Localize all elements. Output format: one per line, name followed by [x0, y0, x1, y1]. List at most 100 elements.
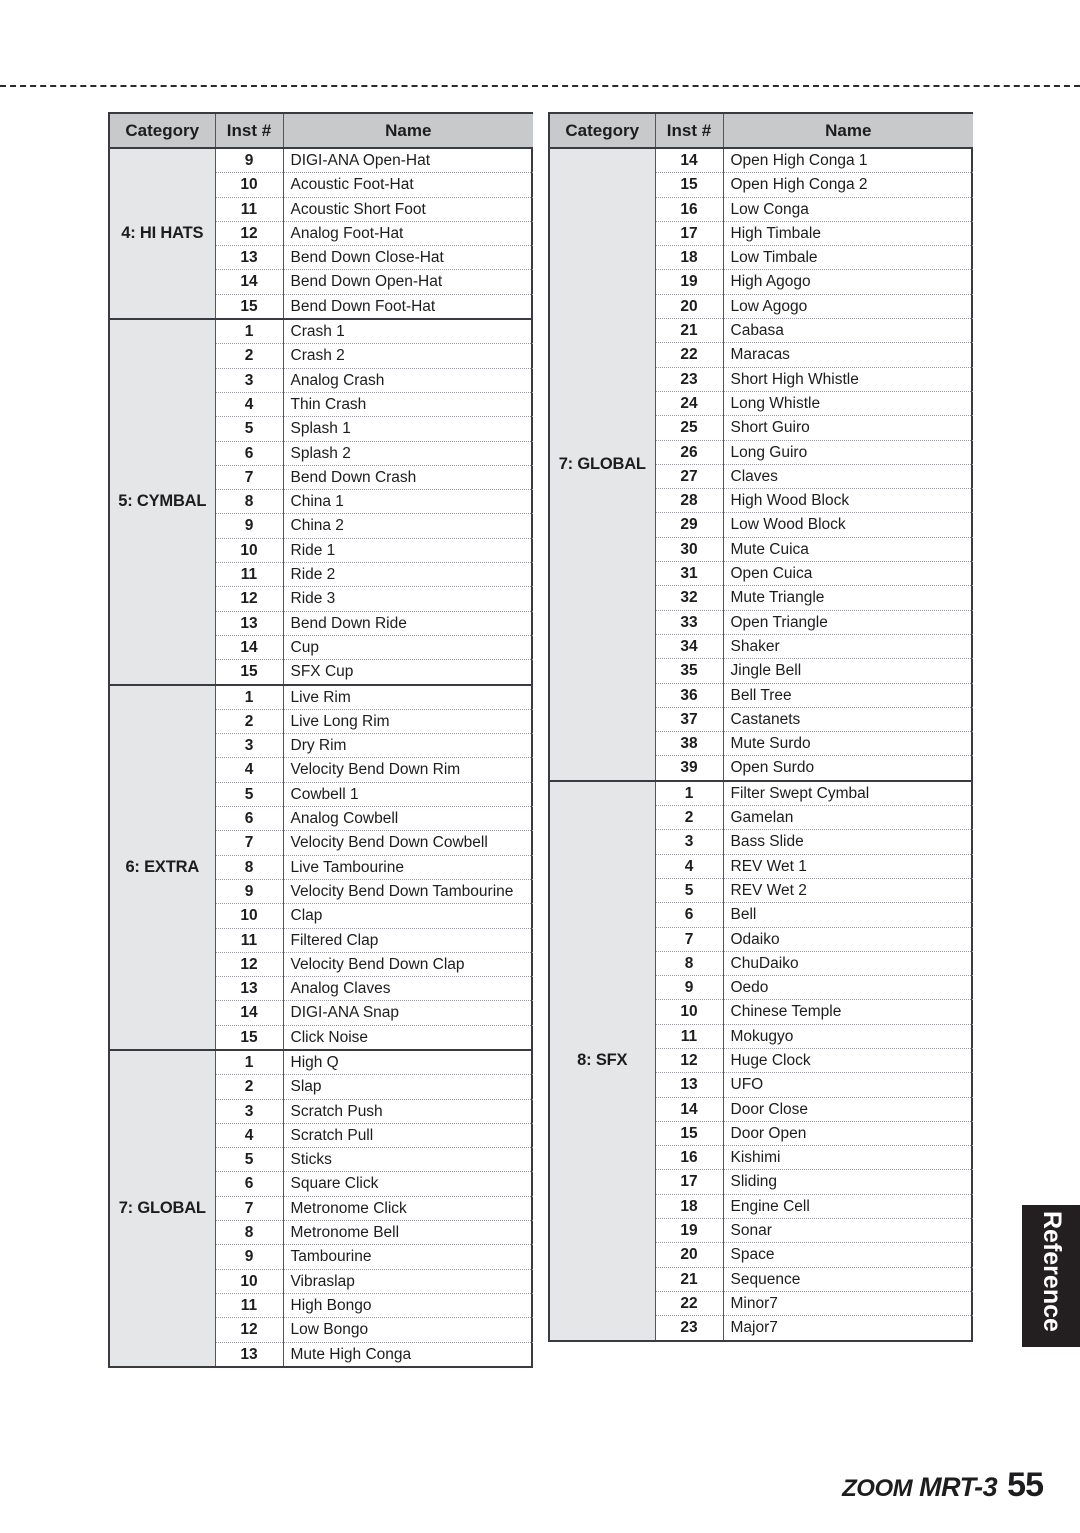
instrument-name-cell: Mute Triangle: [723, 585, 973, 611]
instrument-name-cell: Scratch Pull: [283, 1123, 533, 1149]
inst-number-cell: 28: [655, 488, 724, 514]
instrument-name-cell: ChuDaiko: [723, 951, 973, 977]
instrument-name-cell: Door Open: [723, 1121, 973, 1147]
inst-number-cell: 15: [655, 1121, 724, 1147]
instrument-name-cell: REV Wet 2: [723, 878, 973, 904]
inst-number-cell: 5: [655, 878, 724, 904]
inst-number-cell: 9: [215, 1244, 284, 1270]
instrument-name-cell: Chinese Temple: [723, 999, 973, 1025]
inst-number-cell: 22: [655, 342, 724, 368]
inst-number-cell: 21: [655, 1267, 724, 1292]
instrument-name-cell: Open Surdo: [723, 755, 973, 782]
inst-number-cell: 7: [215, 830, 284, 856]
instrument-name-cell: Crash 2: [283, 343, 533, 369]
inst-number-cell: 2: [215, 1074, 284, 1100]
instrument-name-cell: Acoustic Short Foot: [283, 197, 533, 222]
inst-number-cell: 3: [215, 733, 284, 759]
category-cell: 7: GLOBAL: [110, 1049, 216, 1366]
inst-number-cell: 14: [215, 269, 284, 295]
top-dashed-rule: [0, 85, 1080, 87]
inst-number-cell: 3: [215, 1099, 284, 1124]
inst-number-cell: 13: [215, 976, 284, 1002]
inst-number-cell: 5: [215, 1147, 284, 1173]
inst-number-cell: 24: [655, 391, 724, 417]
column-header-name: Name: [723, 114, 973, 149]
instrument-name-cell: Kishimi: [723, 1145, 973, 1171]
inst-number-cell: 4: [655, 854, 724, 879]
table-row: 4: HI HATS 9 DIGI-ANA Open-Hat: [110, 148, 533, 321]
instrument-name-cell: Analog Claves: [283, 976, 533, 1002]
inst-number-cell: 32: [655, 585, 724, 611]
inst-number-cell: 29: [655, 512, 724, 538]
table-row: 6: EXTRA 1 Live Rim: [110, 684, 533, 1051]
inst-number-cell: 12: [215, 221, 284, 247]
inst-number-cell: 12: [215, 586, 284, 612]
inst-number-cell: 15: [655, 172, 724, 198]
inst-number-cell: 37: [655, 707, 724, 733]
inst-number-cell: 6: [215, 806, 284, 832]
page-number: 55: [1007, 1466, 1044, 1504]
instrument-name-cell: Metronome Bell: [283, 1220, 533, 1246]
instrument-name-cell: Gamelan: [723, 805, 973, 831]
instrument-name-cell: Oedo: [723, 975, 973, 1001]
instrument-name-cell: Live Rim: [283, 684, 533, 710]
instrument-name-cell: Bell Tree: [723, 683, 973, 708]
instrument-name-cell: Low Timbale: [723, 245, 973, 271]
inst-number-cell: 11: [215, 197, 284, 222]
inst-number-cell: 11: [215, 928, 284, 953]
instrument-table-right: Category Inst # Name 7: GLOBAL 14 Open Hig…: [548, 112, 973, 1342]
inst-number-cell: 22: [655, 1291, 724, 1317]
instrument-name-cell: Slap: [283, 1074, 533, 1100]
inst-number-cell: 10: [655, 999, 724, 1025]
inst-number-cell: 6: [655, 902, 724, 928]
inst-number-cell: 2: [215, 343, 284, 369]
page-footer: ZOOM MRT-3 55: [0, 1466, 1044, 1505]
instrument-name-cell: Bend Down Close-Hat: [283, 245, 533, 271]
instrument-name-cell: Clap: [283, 903, 533, 929]
inst-number-cell: 7: [215, 1196, 284, 1222]
instrument-name-cell: Minor7: [723, 1291, 973, 1317]
instrument-name-cell: Ride 3: [283, 586, 533, 612]
table-row: 5: CYMBAL 1 Crash 1: [110, 319, 533, 686]
inst-number-cell: 10: [215, 903, 284, 929]
instrument-name-cell: Filter Swept Cymbal: [723, 780, 973, 807]
instrument-name-cell: Splash 2: [283, 441, 533, 466]
inst-number-cell: 18: [655, 1194, 724, 1220]
table-row: 8: SFX 1 Filter Swept Cymbal: [550, 780, 973, 1340]
inst-number-cell: 4: [215, 757, 284, 783]
instrument-name-cell: DIGI-ANA Snap: [283, 1000, 533, 1026]
inst-number-cell: 5: [215, 416, 284, 442]
inst-number-cell: 25: [655, 415, 724, 441]
category-cell: 6: EXTRA: [110, 684, 216, 1051]
instrument-name-cell: Tambourine: [283, 1244, 533, 1270]
column-header-inst: Inst #: [655, 114, 724, 149]
instrument-name-cell: Cup: [283, 635, 533, 661]
instrument-name-cell: Thin Crash: [283, 392, 533, 418]
instrument-name-cell: Velocity Bend Down Cowbell: [283, 830, 533, 856]
inst-number-cell: 7: [215, 465, 284, 491]
inst-number-cell: 10: [215, 538, 284, 564]
instrument-name-cell: High Wood Block: [723, 488, 973, 514]
inst-number-cell: 9: [215, 148, 284, 174]
inst-number-cell: 23: [655, 1315, 724, 1340]
inst-number-cell: 3: [215, 368, 284, 393]
instrument-name-cell: Maracas: [723, 342, 973, 368]
instrument-name-cell: Filtered Clap: [283, 928, 533, 953]
inst-number-cell: 12: [215, 952, 284, 978]
instrument-name-cell: Velocity Bend Down Tambourine: [283, 879, 533, 905]
column-header-inst: Inst #: [215, 114, 284, 149]
inst-number-cell: 13: [215, 1342, 284, 1366]
inst-number-cell: 8: [215, 855, 284, 880]
instrument-name-cell: UFO: [723, 1072, 973, 1098]
category-cell: 8: SFX: [550, 780, 656, 1340]
section-tab-label: Reference: [1038, 1211, 1066, 1332]
inst-number-cell: 26: [655, 440, 724, 465]
instrument-name-cell: Sonar: [723, 1218, 973, 1244]
instrument-name-cell: Ride 2: [283, 562, 533, 588]
inst-number-cell: 9: [215, 879, 284, 905]
instrument-name-cell: Acoustic Foot-Hat: [283, 172, 533, 198]
instrument-name-cell: Live Tambourine: [283, 855, 533, 880]
instrument-name-cell: Shaker: [723, 634, 973, 660]
instrument-name-cell: Crash 1: [283, 319, 533, 345]
instrument-name-cell: Low Wood Block: [723, 512, 973, 538]
